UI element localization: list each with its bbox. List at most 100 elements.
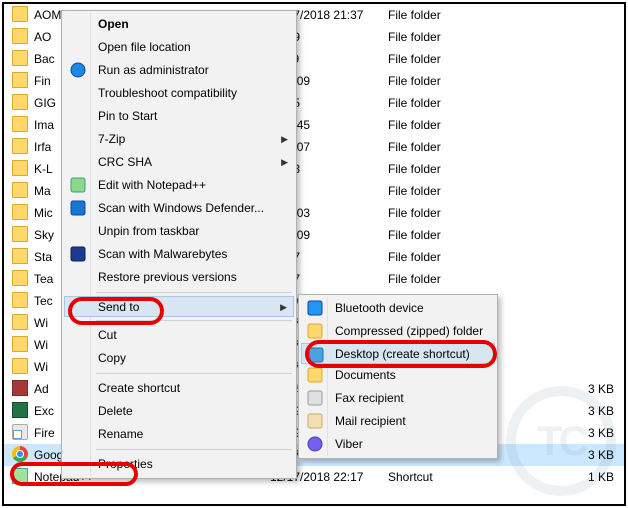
menu-item-desktop-create-shortcut[interactable]: Desktop (create shortcut) bbox=[301, 343, 495, 364]
menu-item-label: Copy bbox=[98, 351, 126, 365]
file-name: Mic bbox=[34, 202, 53, 224]
menu-item-crc-sha[interactable]: CRC SHA▶ bbox=[64, 151, 294, 174]
context-menu-primary[interactable]: OpenOpen file location Run as administrat… bbox=[61, 10, 297, 479]
file-type: File folder bbox=[388, 70, 441, 92]
file-type: File folder bbox=[388, 92, 441, 114]
file-name: Wi bbox=[34, 334, 48, 356]
file-type: Shortcut bbox=[388, 466, 433, 488]
folder-icon-icon bbox=[12, 226, 28, 242]
menu-item-viber[interactable]: Viber bbox=[301, 433, 495, 456]
file-size: 3 KB bbox=[588, 422, 614, 444]
ado-icon-icon bbox=[12, 380, 28, 396]
zip-icon bbox=[307, 323, 323, 339]
menu-item-unpin-from-taskbar[interactable]: Unpin from taskbar bbox=[64, 220, 294, 243]
mail-icon bbox=[307, 413, 323, 429]
menu-item-edit-with-notepad[interactable]: Edit with Notepad++ bbox=[64, 174, 294, 197]
folder-icon-icon bbox=[12, 94, 28, 110]
file-name: Tec bbox=[34, 290, 53, 312]
file-name: Ma bbox=[34, 180, 51, 202]
menu-item-label: Scan with Malwarebytes bbox=[98, 247, 227, 261]
chevron-right-icon: ▶ bbox=[280, 297, 287, 318]
menu-item-label: Properties bbox=[98, 457, 153, 471]
folder-icon-icon bbox=[12, 6, 28, 22]
menu-item-label: Edit with Notepad++ bbox=[98, 178, 206, 192]
folder-icon-icon bbox=[12, 116, 28, 132]
folder-icon-icon bbox=[12, 182, 28, 198]
menu-item-label: Fax recipient bbox=[335, 391, 404, 405]
chrome-icon-icon bbox=[12, 446, 28, 462]
menu-item-cut[interactable]: Cut bbox=[64, 324, 294, 347]
menu-item-7-zip[interactable]: 7-Zip ▶ bbox=[64, 128, 294, 151]
menu-item-fax-recipient[interactable]: Fax recipient bbox=[301, 387, 495, 410]
chevron-right-icon: ▶ bbox=[281, 128, 288, 151]
menu-item-label: Viber bbox=[335, 437, 363, 451]
menu-item-properties[interactable]: Properties bbox=[64, 453, 294, 476]
menu-separator bbox=[96, 373, 292, 374]
file-name: Fin bbox=[34, 70, 51, 92]
file-name: Sta bbox=[34, 246, 52, 268]
doc-icon bbox=[307, 367, 323, 383]
file-name: Sky bbox=[34, 224, 54, 246]
file-type: File folder bbox=[388, 4, 441, 26]
file-name: Ima bbox=[34, 114, 54, 136]
file-name: Irfa bbox=[34, 136, 51, 158]
menu-item-label: Desktop (create shortcut) bbox=[335, 347, 470, 361]
menu-item-label: Scan with Windows Defender... bbox=[98, 201, 264, 215]
file-type: File folder bbox=[388, 114, 441, 136]
shortcut-icon-icon bbox=[12, 424, 28, 440]
file-type: File folder bbox=[388, 136, 441, 158]
file-type: File folder bbox=[388, 268, 441, 290]
menu-item-label: Delete bbox=[98, 404, 133, 418]
menu-item-label: Send to bbox=[98, 300, 139, 314]
menu-item-troubleshoot-compatibility[interactable]: Troubleshoot compatibility bbox=[64, 82, 294, 105]
menu-item-label: Run as administrator bbox=[98, 63, 209, 77]
defender-icon bbox=[70, 200, 86, 216]
menu-item-pin-to-start[interactable]: Pin to Start bbox=[64, 105, 294, 128]
file-name: Bac bbox=[34, 48, 55, 70]
menu-item-mail-recipient[interactable]: Mail recipient bbox=[301, 410, 495, 433]
menu-item-open-file-location[interactable]: Open file location bbox=[64, 36, 294, 59]
menu-item-rename[interactable]: Rename bbox=[64, 423, 294, 446]
menu-item-documents[interactable]: Documents bbox=[301, 364, 495, 387]
menu-item-create-shortcut[interactable]: Create shortcut bbox=[64, 377, 294, 400]
menu-separator bbox=[96, 449, 292, 450]
menu-item-scan-with-windows-defender[interactable]: Scan with Windows Defender... bbox=[64, 197, 294, 220]
file-size: 3 KB bbox=[588, 400, 614, 422]
folder-icon-icon bbox=[12, 72, 28, 88]
menu-item-copy[interactable]: Copy bbox=[64, 347, 294, 370]
viber-icon bbox=[307, 436, 323, 452]
folder-icon-icon bbox=[12, 28, 28, 44]
folder-icon-icon bbox=[12, 314, 28, 330]
file-size: 3 KB bbox=[588, 378, 614, 400]
menu-item-label: CRC SHA bbox=[98, 155, 152, 169]
file-size: 1 KB bbox=[588, 466, 614, 488]
exc-icon-icon bbox=[12, 402, 28, 418]
menu-item-send-to[interactable]: Send to ▶ bbox=[64, 296, 294, 317]
menu-separator bbox=[96, 292, 292, 293]
menu-item-label: Pin to Start bbox=[98, 109, 157, 123]
file-name: GIG bbox=[34, 92, 56, 114]
file-name: Wi bbox=[34, 312, 48, 334]
menu-item-label: Bluetooth device bbox=[335, 301, 424, 315]
menu-item-scan-with-malwarebytes[interactable]: Scan with Malwarebytes bbox=[64, 243, 294, 266]
file-name: Fire bbox=[34, 422, 55, 444]
menu-item-label: Compressed (zipped) folder bbox=[335, 324, 483, 338]
menu-item-run-as-administrator[interactable]: Run as administrator bbox=[64, 59, 294, 82]
menu-item-compressed-zipped-folder[interactable]: Compressed (zipped) folder bbox=[301, 320, 495, 343]
file-type: File folder bbox=[388, 224, 441, 246]
file-type: File folder bbox=[388, 26, 441, 48]
folder-icon-icon bbox=[12, 204, 28, 220]
menu-item-label: Restore previous versions bbox=[98, 270, 237, 284]
menu-item-label: Cut bbox=[98, 328, 117, 342]
menu-item-bluetooth-device[interactable]: Bluetooth device bbox=[301, 297, 495, 320]
context-menu-sendto[interactable]: Bluetooth device Compressed (zipped) fold… bbox=[298, 294, 498, 459]
menu-item-label: 7-Zip bbox=[98, 132, 125, 146]
fax-icon bbox=[307, 390, 323, 406]
menu-item-restore-previous-versions[interactable]: Restore previous versions bbox=[64, 266, 294, 289]
menu-item-open[interactable]: Open bbox=[64, 13, 294, 36]
menu-item-delete[interactable]: Delete bbox=[64, 400, 294, 423]
file-type: File folder bbox=[388, 246, 441, 268]
menu-item-label: Rename bbox=[98, 427, 143, 441]
file-name: K-L bbox=[34, 158, 53, 180]
npp-icon bbox=[70, 177, 86, 193]
